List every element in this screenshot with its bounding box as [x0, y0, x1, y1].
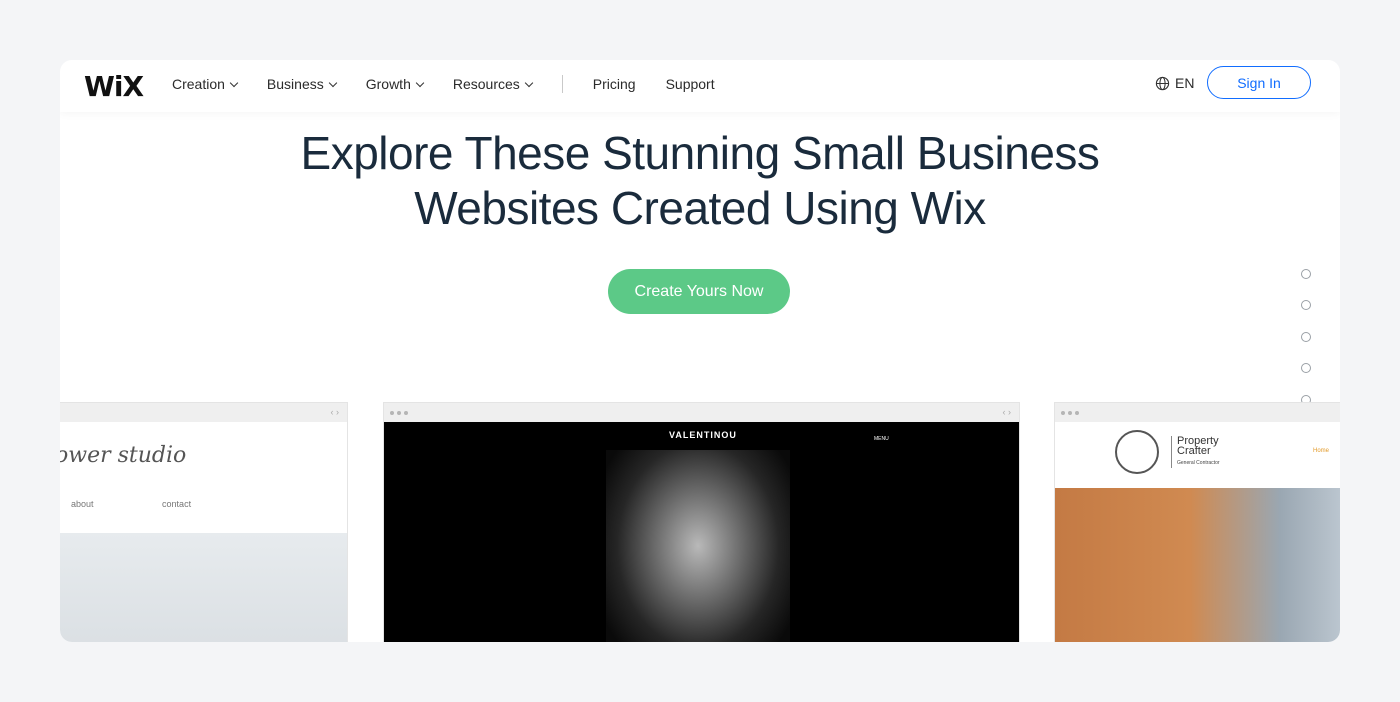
slider-dot[interactable]	[1301, 300, 1311, 311]
site-links: about contact	[71, 499, 257, 509]
language-selector[interactable]: EN	[1155, 75, 1194, 91]
window-dot-icon	[397, 411, 401, 415]
window-dot-icon	[390, 411, 394, 415]
site-nav-home: Home	[1313, 448, 1330, 454]
wix-logo[interactable]: WiX	[84, 70, 144, 103]
site-brand: VALENTINOU	[669, 430, 737, 440]
menu-growth[interactable]: Growth	[365, 76, 425, 92]
site-link-about: about	[71, 499, 94, 509]
menu-creation-label: Creation	[172, 76, 225, 92]
site-name-line-2: Crafter	[1177, 445, 1211, 457]
sign-in-button[interactable]: Sign In	[1207, 66, 1311, 99]
main-menu: Creation Business Growth Resources Prici…	[172, 75, 745, 93]
nav-arrows-icon: ‹ ›	[330, 407, 340, 417]
site-title: ower studio	[60, 443, 187, 468]
site-screen: VALENTINOU MENU	[384, 422, 1019, 642]
language-label: EN	[1175, 75, 1195, 91]
menu-creation[interactable]: Creation	[172, 76, 239, 92]
window-dot-icon	[1068, 411, 1072, 415]
site-hero-image	[60, 533, 347, 642]
site-menu: MENU	[874, 436, 889, 442]
building-image	[1055, 488, 1340, 642]
showcase-site-center[interactable]: ‹ › VALENTINOU MENU	[383, 402, 1020, 642]
nav-arrows-icon: ‹ ›	[1002, 407, 1012, 417]
slider-dot[interactable]	[1301, 363, 1311, 374]
site-name: Property Crafter General Contractor	[1171, 436, 1220, 468]
menu-growth-label: Growth	[365, 76, 411, 92]
site-subtitle: General Contractor	[1177, 460, 1220, 466]
window-dot-icon	[1075, 411, 1079, 415]
menu-resources[interactable]: Resources	[452, 76, 534, 92]
chevron-down-icon	[229, 78, 239, 87]
globe-icon	[1155, 76, 1170, 90]
seal-logo-icon	[1115, 430, 1159, 474]
menu-business-label: Business	[266, 76, 324, 92]
menu-support[interactable]: Support	[666, 76, 715, 92]
showcase-site-right[interactable]: Property Crafter General Contractor Home	[1054, 402, 1340, 642]
create-yours-now-button[interactable]: Create Yours Now	[608, 269, 790, 314]
site-link-contact: contact	[162, 499, 192, 509]
chevron-down-icon	[415, 78, 425, 87]
top-nav: WiX Creation Business Growth Resources P…	[60, 60, 1340, 112]
slider-dot[interactable]	[1301, 331, 1311, 342]
portrait-image	[606, 450, 790, 642]
site-header: Property Crafter General Contractor Home	[1055, 422, 1340, 488]
hero-line-2: Websites Created Using Wix	[414, 182, 986, 234]
browser-bar: ‹ ›	[384, 403, 1019, 422]
hero-heading: Explore These Stunning Small Business We…	[60, 126, 1340, 236]
browser-bar	[1055, 403, 1340, 422]
menu-resources-label: Resources	[452, 76, 520, 92]
page-card: WiX Creation Business Growth Resources P…	[60, 60, 1340, 642]
window-dot-icon	[404, 411, 408, 415]
chevron-down-icon	[524, 78, 534, 87]
browser-bar: ‹ ›	[60, 403, 347, 422]
slider-dot[interactable]	[1301, 269, 1311, 279]
window-dot-icon	[1061, 411, 1065, 415]
hero-line-1: Explore These Stunning Small Business	[300, 127, 1100, 179]
menu-pricing[interactable]: Pricing	[593, 76, 636, 92]
menu-business[interactable]: Business	[266, 76, 337, 92]
chevron-down-icon	[328, 78, 337, 87]
showcase-site-left[interactable]: ‹ › ower studio about contact	[60, 402, 348, 642]
menu-divider	[561, 75, 563, 93]
